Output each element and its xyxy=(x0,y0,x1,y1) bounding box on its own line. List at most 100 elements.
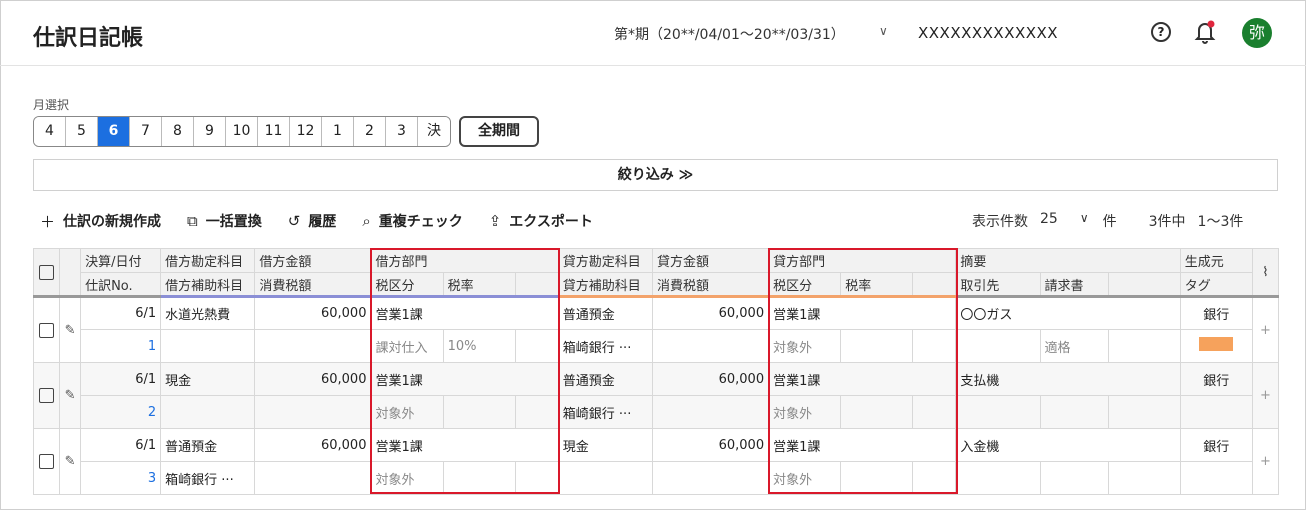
attachment-icon[interactable]: ⌇ xyxy=(1251,248,1280,298)
credit-account-cell[interactable]: 普通預金 xyxy=(557,362,653,396)
credit-account-cell[interactable]: 現金 xyxy=(557,428,653,462)
help-icon[interactable]: ? xyxy=(1151,22,1171,42)
tag-cell[interactable] xyxy=(1179,329,1253,363)
credit-tax-amount-header: 消費税額 xyxy=(651,272,770,298)
debit-sub-cell[interactable] xyxy=(160,395,256,429)
month-2[interactable]: 2 xyxy=(354,117,386,146)
source-cell: 銀行 xyxy=(1179,296,1253,330)
add-attachment-icon[interactable]: + xyxy=(1251,428,1280,495)
debit-account-cell[interactable]: 普通預金 xyxy=(160,428,256,462)
tag-badge[interactable] xyxy=(1199,337,1234,351)
export-button[interactable]: ⇪ エクスポート xyxy=(489,210,593,232)
memo-cell[interactable]: 支払機 xyxy=(955,362,1181,396)
memo-extra-cell xyxy=(1107,461,1181,495)
table-row[interactable]: ✎ 6/1 普通預金 60,000 営業1課 現金 60,000 営業1課 入金… xyxy=(32,428,1280,495)
debit-amount-cell[interactable]: 60,000 xyxy=(254,428,372,462)
credit-amount-cell[interactable]: 60,000 xyxy=(651,362,770,396)
select-all-checkbox[interactable] xyxy=(39,264,55,280)
month-11[interactable]: 11 xyxy=(258,117,290,146)
pencil-icon[interactable]: ✎ xyxy=(59,362,82,429)
filter-toggle[interactable]: 絞り込み ≫ xyxy=(33,159,1278,191)
memo-cell[interactable]: 〇〇ガス xyxy=(955,296,1181,330)
debit-amount-cell[interactable]: 60,000 xyxy=(254,362,372,396)
new-entry-button[interactable]: ＋ 仕訳の新規作成 xyxy=(40,210,161,232)
date-cell: 6/1 xyxy=(80,428,162,462)
month-7[interactable]: 7 xyxy=(130,117,162,146)
month-select-label: 月選択 xyxy=(33,98,70,112)
debit-sub-cell[interactable]: 箱崎銀行 ··· xyxy=(160,461,256,495)
invoice-cell[interactable] xyxy=(1039,395,1109,429)
date-cell: 6/1 xyxy=(80,362,162,396)
toolbar: ＋ 仕訳の新規作成 ⧉ 一括置換 ↺ 履歴 ⌕ 重複チェック ⇪ エクスポート xyxy=(40,210,593,232)
invoice-header: 請求書 xyxy=(1039,272,1109,298)
month-3[interactable]: 3 xyxy=(386,117,418,146)
history-button[interactable]: ↺ 履歴 xyxy=(288,210,337,232)
credit-amount-header: 貸方金額 xyxy=(651,248,770,273)
add-attachment-icon[interactable]: + xyxy=(1251,296,1280,363)
debit-amount-cell[interactable]: 60,000 xyxy=(254,296,372,330)
entry-no-link[interactable]: 1 xyxy=(80,329,162,363)
bell-icon[interactable] xyxy=(1194,20,1216,44)
page-size-select[interactable]: 25 xyxy=(1040,211,1058,231)
company-name[interactable]: XXXXXXXXXXXXX xyxy=(918,24,1058,42)
entry-no-link[interactable]: 3 xyxy=(80,461,162,495)
invoice-cell[interactable] xyxy=(1039,461,1109,495)
pencil-icon[interactable]: ✎ xyxy=(59,296,82,363)
all-period-button[interactable]: 全期間 xyxy=(459,116,539,147)
month-4[interactable]: 4 xyxy=(34,117,66,146)
range-count: 1〜3件 xyxy=(1197,214,1244,230)
partner-cell[interactable] xyxy=(955,461,1041,495)
debit-account-cell[interactable]: 現金 xyxy=(160,362,256,396)
export-icon: ⇪ xyxy=(488,212,502,230)
credit-amount-cell[interactable]: 60,000 xyxy=(651,296,770,330)
month-9[interactable]: 9 xyxy=(194,117,226,146)
source-cell: 銀行 xyxy=(1179,428,1253,462)
debit-tax-amount-cell[interactable] xyxy=(254,329,372,363)
debit-dept-highlight xyxy=(370,248,560,494)
credit-tax-amount-cell[interactable] xyxy=(651,329,770,363)
row-checkbox[interactable] xyxy=(39,388,55,403)
history-icon: ↺ xyxy=(287,212,301,230)
month-12[interactable]: 12 xyxy=(290,117,322,146)
debit-tax-amount-cell[interactable] xyxy=(254,461,372,495)
partner-cell[interactable] xyxy=(955,329,1041,363)
month-closing[interactable]: 決 xyxy=(418,117,450,146)
credit-tax-amount-cell[interactable] xyxy=(651,461,770,495)
debit-tax-amount-cell[interactable] xyxy=(254,395,372,429)
month-1[interactable]: 1 xyxy=(322,117,354,146)
month-5[interactable]: 5 xyxy=(66,117,98,146)
row-checkbox[interactable] xyxy=(39,454,55,469)
add-attachment-icon[interactable]: + xyxy=(1251,362,1280,429)
duplicate-check-button[interactable]: ⌕ 重複チェック xyxy=(362,210,462,232)
invoice-cell[interactable]: 適格 xyxy=(1039,329,1109,363)
chevron-down-icon[interactable]: ∨ xyxy=(1080,211,1089,231)
credit-sub-cell[interactable]: 箱崎銀行 ··· xyxy=(557,395,653,429)
memo-cell[interactable]: 入金機 xyxy=(955,428,1181,462)
bulk-replace-button[interactable]: ⧉ 一括置換 xyxy=(187,210,262,232)
chevron-down-icon[interactable]: ∨ xyxy=(879,24,888,38)
month-8[interactable]: 8 xyxy=(162,117,194,146)
month-6[interactable]: 6 xyxy=(98,117,130,146)
pager: 表示件数 25 ∨ 件 3件中 1〜3件 xyxy=(972,211,1243,231)
tag-cell[interactable] xyxy=(1179,461,1253,495)
debit-sub-cell[interactable] xyxy=(160,329,256,363)
table-row[interactable]: ✎ 6/1 水道光熱費 60,000 営業1課 普通預金 60,000 営業1課… xyxy=(32,296,1280,363)
credit-account-cell[interactable]: 普通預金 xyxy=(557,296,653,330)
source-header: 生成元 xyxy=(1179,248,1253,273)
journal-table: 決算/日付 借方勘定科目 借方金額 借方部門 貸方勘定科目 貸方金額 貸方部門 … xyxy=(32,248,1280,495)
credit-amount-cell[interactable]: 60,000 xyxy=(651,428,770,462)
debit-account-cell[interactable]: 水道光熱費 xyxy=(160,296,256,330)
table-row[interactable]: ✎ 6/1 現金 60,000 営業1課 普通預金 60,000 営業1課 支払… xyxy=(32,362,1280,429)
pencil-icon[interactable]: ✎ xyxy=(59,428,82,495)
credit-tax-amount-cell[interactable] xyxy=(651,395,770,429)
avatar[interactable]: 弥 xyxy=(1242,18,1272,48)
month-10[interactable]: 10 xyxy=(226,117,258,146)
tag-cell[interactable] xyxy=(1179,395,1253,429)
export-label: エクスポート xyxy=(509,214,593,230)
row-checkbox[interactable] xyxy=(39,322,55,338)
partner-cell[interactable] xyxy=(955,395,1041,429)
credit-sub-cell[interactable] xyxy=(557,461,653,495)
entry-no-link[interactable]: 2 xyxy=(80,395,162,429)
period-selector[interactable]: 第*期（20**/04/01〜20**/03/31） xyxy=(614,24,845,44)
credit-sub-cell[interactable]: 箱崎銀行 ··· xyxy=(557,329,653,363)
